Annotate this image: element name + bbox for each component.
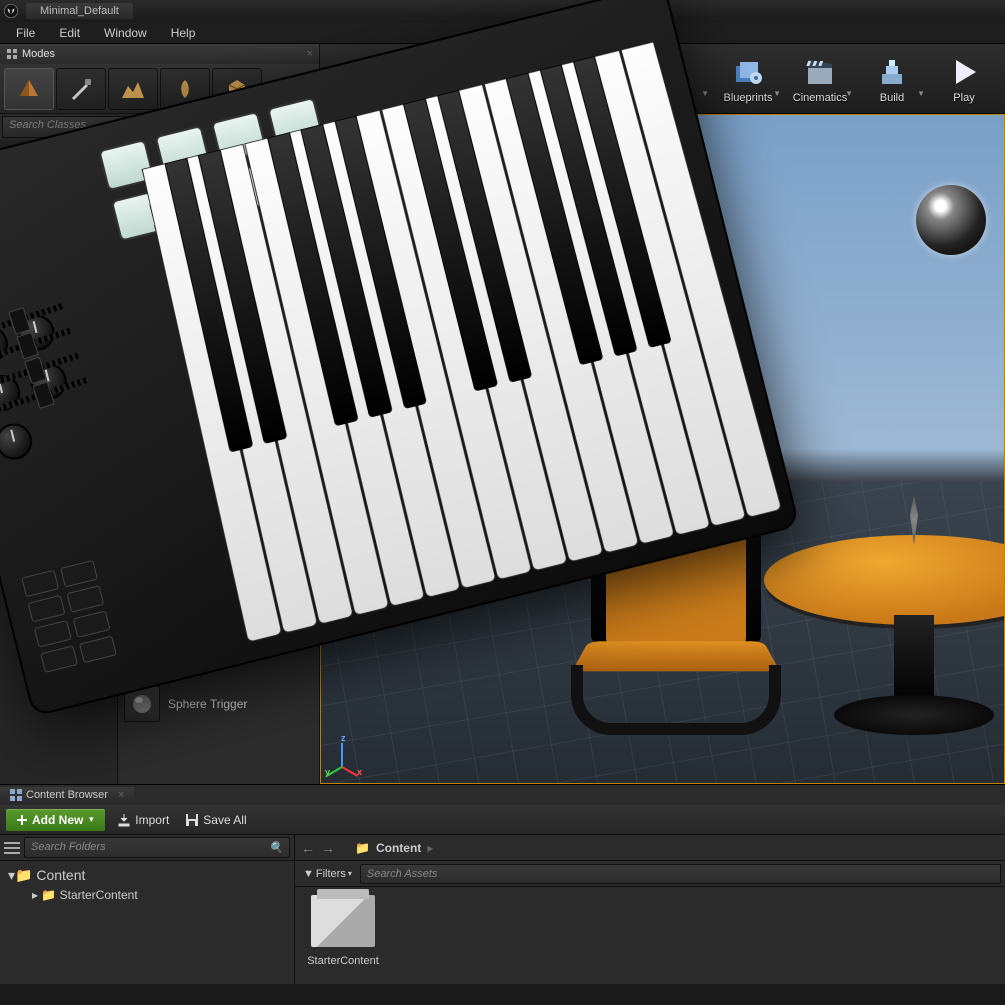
menu-window[interactable]: Window — [92, 24, 159, 42]
cinematics-button[interactable]: Cinematics ▼ — [785, 49, 855, 109]
save-all-button[interactable]: Save All — [181, 811, 250, 829]
toolbar-label: Build — [880, 92, 904, 104]
chevron-down-icon: ▼ — [701, 89, 709, 98]
viewport-table — [764, 535, 1005, 755]
import-button[interactable]: Import — [113, 811, 173, 829]
axis-gizmo: z x y — [327, 737, 367, 777]
place-mode-icon[interactable] — [4, 68, 54, 110]
build-button[interactable]: Build ▼ — [857, 49, 927, 109]
nav-back-icon[interactable]: ← — [301, 840, 315, 856]
landscape-mode-icon[interactable] — [108, 68, 158, 110]
blueprints-icon — [730, 54, 766, 90]
chevron-down-icon: ▾ — [348, 869, 352, 878]
import-label: Import — [135, 813, 169, 827]
toggle-sources-icon[interactable] — [4, 841, 20, 855]
toolbar-label: Cinematics — [793, 92, 847, 104]
close-icon[interactable]: × — [118, 789, 124, 801]
toolbar-label: Play — [953, 92, 974, 104]
title-bar: Minimal_Default — [0, 0, 1005, 22]
unreal-logo-icon — [0, 0, 22, 22]
chevron-down-icon: ▼ — [845, 89, 853, 98]
content-browser-toolbar: Add New ▼ Import Save All — [0, 805, 1005, 835]
add-new-label: Add New — [32, 813, 83, 827]
source-tree-panel: Search Folders 🔍 ▾📁 Content ▸ 📁 StarterC… — [0, 835, 295, 984]
search-assets-input[interactable]: Search Assets — [360, 864, 1001, 884]
filters-button[interactable]: ▼ Filters ▾ — [299, 868, 356, 880]
menu-help[interactable]: Help — [159, 24, 208, 42]
chevron-down-icon: ▼ — [773, 89, 781, 98]
grid-icon — [10, 789, 22, 801]
add-new-button[interactable]: Add New ▼ — [6, 809, 105, 831]
play-button[interactable]: Play — [929, 49, 999, 109]
play-icon — [946, 54, 982, 90]
tree-item-starter[interactable]: ▸ 📁 StarterContent — [4, 886, 290, 904]
level-tab[interactable]: Minimal_Default — [26, 3, 133, 19]
chevron-right-icon: ▸ — [427, 841, 433, 855]
blueprints-button[interactable]: Blueprints ▼ — [713, 49, 783, 109]
clapperboard-icon — [802, 54, 838, 90]
asset-view-panel: ← → 📁 Content ▸ ▼ Filters ▾ Search Asset… — [295, 835, 1005, 984]
folder-icon: 📁 — [355, 841, 370, 855]
paint-mode-icon[interactable] — [56, 68, 106, 110]
save-icon — [185, 813, 199, 827]
filters-label: Filters — [316, 868, 346, 880]
tree-root-content[interactable]: ▾📁 Content — [4, 865, 290, 886]
menu-edit[interactable]: Edit — [47, 24, 92, 42]
plus-icon — [16, 814, 28, 826]
save-all-label: Save All — [203, 813, 246, 827]
asset-folder-starter[interactable]: StarterContent — [303, 895, 383, 967]
search-icon: 🔍 — [269, 841, 283, 854]
viewport-reflection-sphere — [916, 185, 986, 255]
filter-icon: ▼ — [303, 868, 314, 880]
build-icon — [874, 54, 910, 90]
menu-file[interactable]: File — [4, 24, 47, 42]
content-browser: Content Browser × Add New ▼ Import Save … — [0, 784, 1005, 984]
toolbar-label: Blueprints — [724, 92, 773, 104]
nav-forward-icon[interactable]: → — [321, 840, 335, 856]
modes-tab[interactable]: Modes × — [0, 44, 319, 64]
content-browser-tab-label: Content Browser — [26, 789, 108, 801]
modes-tab-label: Modes — [22, 48, 55, 60]
import-icon — [117, 813, 131, 827]
breadcrumb-content[interactable]: Content — [376, 841, 421, 855]
asset-name-label: StarterContent — [303, 955, 383, 967]
search-folders-input[interactable]: Search Folders 🔍 — [24, 837, 290, 858]
close-icon[interactable]: × — [307, 48, 313, 60]
content-browser-tab[interactable]: Content Browser × — [0, 785, 1005, 805]
chevron-down-icon: ▼ — [87, 815, 95, 824]
place-item-label: Sphere Trigger — [168, 697, 247, 711]
chevron-down-icon: ▼ — [917, 89, 925, 98]
folder-icon — [311, 895, 375, 947]
